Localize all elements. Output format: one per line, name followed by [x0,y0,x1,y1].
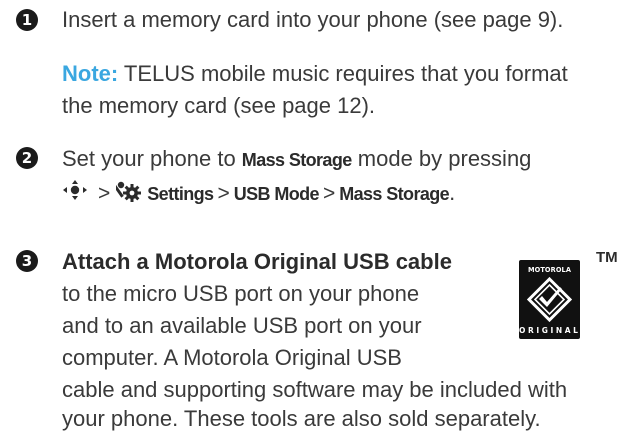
step3-line2: to the micro USB port on your phone [62,281,420,306]
nav-key-icon [62,178,88,210]
note-label: Note: [62,61,119,86]
step2-line2: > Settings > USB Mode > Mass Storage. [62,177,455,212]
step3-line6: your phone. These tools are also sold se… [62,406,541,431]
step-number-3: 3 [16,250,38,272]
motorola-original-logo: MOTOROLA ORIGINAL [519,260,580,339]
step1-note-line2: the memory card (see page 12). [62,93,376,118]
settings-gear-icon [113,180,142,212]
checkmark-diamond-icon [527,277,572,322]
step1-note-line1: Note: TELUS mobile music requires that y… [62,61,568,86]
step3-line5: cable and supporting software may be inc… [62,377,568,402]
step2-line1: Set your phone to Mass Storage mode by p… [62,146,532,171]
step3-line4: computer. A Motorola Original USB [62,345,402,370]
step3-title: Attach a Motorola Original USB cable [62,249,452,274]
step3-line3: and to an available USB port on your [62,313,422,338]
step-number-2: 2 [16,147,38,169]
step-number-1: 1 [16,9,38,31]
mass-storage-key: Mass Storage [241,150,352,170]
step1-text: Insert a memory card into your phone (se… [62,7,564,32]
trademark-symbol: TM [596,249,618,266]
